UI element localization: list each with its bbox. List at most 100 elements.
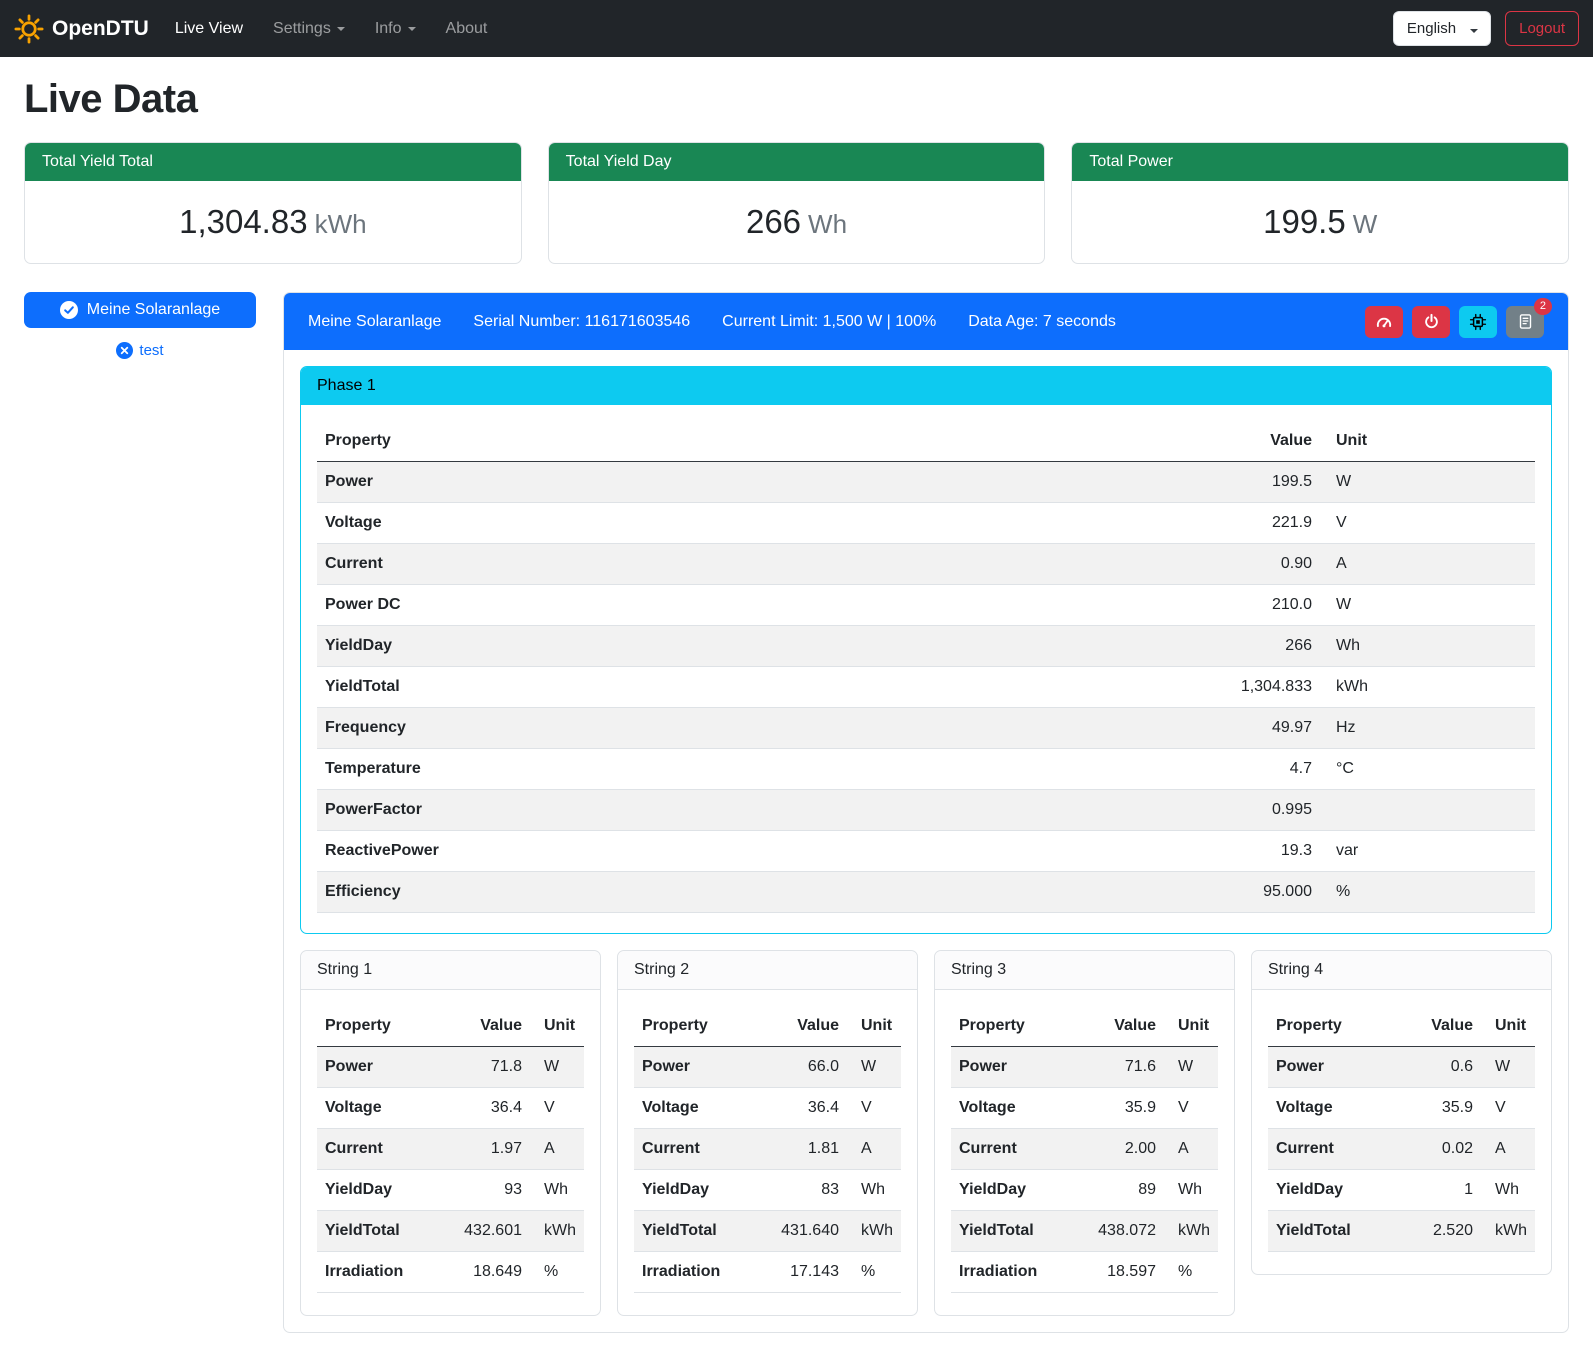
- card-value: 266: [746, 203, 801, 240]
- unit-cell: kWh: [1164, 1211, 1218, 1252]
- table-row: YieldTotal2.520kWh: [1268, 1211, 1535, 1252]
- table-row: Voltage36.4V: [634, 1088, 901, 1129]
- card-value: 1,304.83: [179, 203, 307, 240]
- property-cell: YieldDay: [1268, 1170, 1398, 1211]
- inverter-test-label: test: [139, 342, 163, 359]
- table-row: ReactivePower19.3var: [317, 831, 1535, 872]
- column-header-unit: Unit: [1481, 1006, 1535, 1047]
- inverter-select-test[interactable]: test: [24, 342, 256, 359]
- brand-label: OpenDTU: [52, 17, 149, 41]
- property-cell: Power DC: [317, 585, 917, 626]
- inverter-selector-column: Meine Solaranlage test: [24, 292, 256, 359]
- unit-cell: V: [530, 1088, 584, 1129]
- unit-cell: W: [847, 1047, 901, 1088]
- column-header-unit: Unit: [530, 1006, 584, 1047]
- value-cell: 431.640: [753, 1211, 847, 1252]
- property-cell: Irradiation: [634, 1252, 753, 1293]
- property-cell: YieldTotal: [634, 1211, 753, 1252]
- inverter-actions: 2: [1365, 306, 1544, 338]
- table-row: Power199.5W: [317, 462, 1535, 503]
- inverter-panel: Meine Solaranlage Serial Number: 1161716…: [283, 292, 1569, 1333]
- inverter-select-button[interactable]: Meine Solaranlage: [24, 292, 256, 328]
- nav-item-live-view[interactable]: Live View: [175, 20, 243, 38]
- column-header-property: Property: [951, 1006, 1070, 1047]
- value-cell: 210.0: [917, 585, 1320, 626]
- value-cell: 95.000: [917, 872, 1320, 913]
- column-header-value: Value: [1070, 1006, 1164, 1047]
- value-cell: 36.4: [753, 1088, 847, 1129]
- property-cell: YieldTotal: [317, 667, 917, 708]
- table-row: Efficiency95.000%: [317, 872, 1535, 913]
- value-cell: 71.8: [436, 1047, 530, 1088]
- value-cell: 2.520: [1398, 1211, 1481, 1252]
- nav-item-about[interactable]: About: [446, 20, 488, 38]
- logout-button[interactable]: Logout: [1505, 11, 1579, 46]
- property-cell: Current: [317, 544, 917, 585]
- table-row: YieldTotal431.640kWh: [634, 1211, 901, 1252]
- column-header-unit: Unit: [1164, 1006, 1218, 1047]
- table-row: YieldDay89Wh: [951, 1170, 1218, 1211]
- value-cell: 0.02: [1398, 1129, 1481, 1170]
- value-cell: 1.81: [753, 1129, 847, 1170]
- chevron-down-icon: [1470, 29, 1478, 33]
- unit-cell: [1320, 790, 1535, 831]
- nav-item-info[interactable]: Info: [375, 20, 416, 38]
- column-header-value: Value: [917, 421, 1320, 462]
- unit-cell: Wh: [1320, 626, 1535, 667]
- nav-item-settings[interactable]: Settings: [273, 20, 345, 38]
- value-cell: 18.597: [1070, 1252, 1164, 1293]
- table-row: Irradiation18.597%: [951, 1252, 1218, 1293]
- table-row: Voltage36.4V: [317, 1088, 584, 1129]
- table-row: Temperature4.7°C: [317, 749, 1535, 790]
- string-card-title: String 1: [301, 951, 600, 990]
- total-yield-total-card: Total Yield Total 1,304.83 kWh: [24, 142, 522, 264]
- table-row: Irradiation17.143%: [634, 1252, 901, 1293]
- language-select-value: English: [1407, 20, 1456, 37]
- table-row: PowerFactor0.995: [317, 790, 1535, 831]
- value-cell: 1.97: [436, 1129, 530, 1170]
- unit-cell: Wh: [530, 1170, 584, 1211]
- table-row: Voltage35.9V: [1268, 1088, 1535, 1129]
- property-cell: YieldTotal: [317, 1211, 436, 1252]
- card-unit: kWh: [315, 209, 367, 239]
- sun-logo-icon: [14, 14, 44, 44]
- unit-cell: A: [530, 1129, 584, 1170]
- table-row: Power0.6W: [1268, 1047, 1535, 1088]
- value-cell: 1: [1398, 1170, 1481, 1211]
- device-info-button[interactable]: [1459, 306, 1497, 338]
- property-cell: Current: [951, 1129, 1070, 1170]
- unit-cell: A: [1320, 544, 1535, 585]
- event-log-button[interactable]: 2: [1506, 306, 1544, 338]
- card-title: Total Yield Total: [25, 143, 521, 181]
- property-cell: Current: [317, 1129, 436, 1170]
- speedometer-icon: [1375, 313, 1393, 331]
- string-card-title: String 4: [1252, 951, 1551, 990]
- string-4-table: Property Value Unit Power0.6WVoltage35.9…: [1268, 1006, 1535, 1252]
- table-row: Frequency49.97Hz: [317, 708, 1535, 749]
- unit-cell: W: [1320, 585, 1535, 626]
- property-cell: Current: [1268, 1129, 1398, 1170]
- string-1-table: Property Value Unit Power71.8WVoltage36.…: [317, 1006, 584, 1293]
- property-cell: YieldDay: [951, 1170, 1070, 1211]
- power-button[interactable]: [1412, 306, 1450, 338]
- card-unit: Wh: [808, 209, 847, 239]
- property-cell: Power: [317, 1047, 436, 1088]
- unit-cell: kWh: [847, 1211, 901, 1252]
- table-row: Voltage35.9V: [951, 1088, 1218, 1129]
- event-count-badge: 2: [1534, 298, 1552, 315]
- value-cell: 83: [753, 1170, 847, 1211]
- total-yield-day-card: Total Yield Day 266Wh: [548, 142, 1046, 264]
- property-cell: Power: [951, 1047, 1070, 1088]
- table-row: Current1.81A: [634, 1129, 901, 1170]
- value-cell: 0.90: [917, 544, 1320, 585]
- value-cell: 66.0: [753, 1047, 847, 1088]
- card-value: 199.5: [1263, 203, 1346, 240]
- column-header-unit: Unit: [847, 1006, 901, 1047]
- brand[interactable]: OpenDTU: [14, 14, 149, 44]
- column-header-value: Value: [1398, 1006, 1481, 1047]
- limit-button[interactable]: [1365, 306, 1403, 338]
- unit-cell: W: [530, 1047, 584, 1088]
- property-cell: Irradiation: [951, 1252, 1070, 1293]
- table-row: Power DC210.0W: [317, 585, 1535, 626]
- language-select[interactable]: English: [1393, 11, 1491, 46]
